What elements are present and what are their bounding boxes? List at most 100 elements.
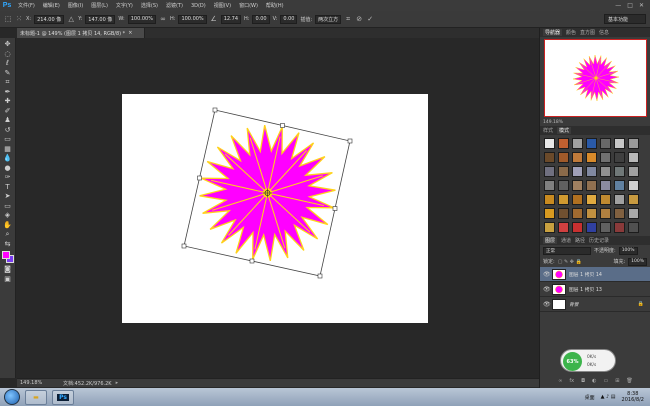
- tab-history[interactable]: 历史记录: [589, 237, 609, 244]
- width-field[interactable]: 100.00%: [127, 14, 156, 24]
- style-swatch[interactable]: [586, 194, 597, 205]
- layer-style-icon[interactable]: fx: [569, 378, 574, 386]
- eyedropper-tool-icon[interactable]: ✒: [2, 88, 14, 98]
- shape-tool-icon[interactable]: ▭: [2, 202, 14, 212]
- dodge-tool-icon[interactable]: ●: [2, 164, 14, 174]
- style-swatch[interactable]: [586, 208, 597, 219]
- x-field[interactable]: 214.00 像: [34, 14, 65, 24]
- style-swatch[interactable]: [628, 166, 639, 177]
- desktop-label[interactable]: 桌面: [585, 394, 595, 401]
- opacity-field[interactable]: 100%: [618, 246, 638, 255]
- maximize-button[interactable]: □: [627, 2, 633, 9]
- tab-adjustments[interactable]: 样式: [543, 127, 553, 134]
- interpolation-select[interactable]: 两次立方: [315, 14, 342, 24]
- layer-row[interactable]: 👁 图层 1 拷贝 13: [540, 282, 650, 297]
- photoshop-taskbar-button[interactable]: Ps: [52, 389, 74, 405]
- style-swatch[interactable]: [572, 222, 583, 233]
- adjustment-layer-icon[interactable]: ◐: [592, 378, 596, 386]
- blend-mode-select[interactable]: 正常: [543, 246, 591, 255]
- style-swatch[interactable]: [614, 194, 625, 205]
- style-swatch[interactable]: [600, 194, 611, 205]
- style-swatch[interactable]: [544, 166, 555, 177]
- transform-handle-top-left[interactable]: [212, 107, 218, 113]
- style-swatch[interactable]: [558, 166, 569, 177]
- transform-handle-left[interactable]: [197, 175, 202, 181]
- style-swatch[interactable]: [572, 152, 583, 163]
- menu-file[interactable]: 文件(F): [14, 2, 39, 9]
- style-swatch[interactable]: [614, 208, 625, 219]
- transform-handle-bottom-right[interactable]: [317, 273, 323, 279]
- transform-tool-icon[interactable]: ⬚: [4, 15, 12, 23]
- canvas-area[interactable]: [17, 38, 539, 378]
- height-field[interactable]: 100.00%: [178, 14, 207, 24]
- style-swatch[interactable]: [572, 166, 583, 177]
- link-icon[interactable]: ∞: [159, 15, 167, 23]
- marquee-tool-icon[interactable]: ◌: [2, 50, 14, 60]
- pen-tool-icon[interactable]: ✑: [2, 173, 14, 183]
- tab-close-icon[interactable]: ×: [128, 30, 132, 36]
- transform-handle-top[interactable]: [280, 123, 285, 128]
- style-swatch[interactable]: [544, 194, 555, 205]
- transform-handle-bottom-left[interactable]: [181, 243, 187, 249]
- hand-tool-icon[interactable]: ✋: [2, 221, 14, 231]
- gradient-tool-icon[interactable]: ▦: [2, 145, 14, 155]
- link-layers-icon[interactable]: ∞: [558, 378, 562, 386]
- style-swatch[interactable]: [628, 194, 639, 205]
- document-tab[interactable]: 未标题-1 @ 149% (图层 1 拷贝 14, RGB/8) * ×: [17, 28, 145, 38]
- menu-layer[interactable]: 图层(L): [87, 2, 112, 9]
- brush-tool-icon[interactable]: ✐: [2, 107, 14, 117]
- zoom-tool-icon[interactable]: ⌕: [2, 230, 14, 240]
- workspace-select[interactable]: 基本功能: [604, 14, 646, 24]
- cancel-transform-icon[interactable]: ⊘: [355, 15, 363, 23]
- start-button[interactable]: [4, 389, 20, 405]
- menu-edit[interactable]: 编辑(E): [39, 2, 64, 9]
- style-swatch[interactable]: [558, 180, 569, 191]
- style-swatch[interactable]: [614, 222, 625, 233]
- crop-tool-icon[interactable]: ⌗: [2, 78, 14, 88]
- new-group-icon[interactable]: ▭: [603, 378, 608, 386]
- style-swatch[interactable]: [628, 180, 639, 191]
- layer-row[interactable]: 👁 背景 🔒: [540, 297, 650, 312]
- delete-layer-icon[interactable]: 🗑: [626, 378, 632, 386]
- menu-select[interactable]: 选择(S): [137, 2, 162, 9]
- menu-help[interactable]: 帮助(H): [262, 2, 288, 9]
- style-swatch[interactable]: [586, 166, 597, 177]
- status-arrow-icon[interactable]: ▸: [116, 380, 119, 386]
- style-swatch[interactable]: [600, 180, 611, 191]
- menu-image[interactable]: 图像(I): [64, 2, 87, 9]
- menu-type[interactable]: 文字(Y): [112, 2, 137, 9]
- clock[interactable]: 8:38 2016/8/2: [622, 391, 644, 403]
- transform-handle-top-right[interactable]: [347, 138, 353, 144]
- vskew-field[interactable]: 0.00: [280, 14, 298, 24]
- layer-row[interactable]: 👁 图层 1 拷贝 14: [540, 267, 650, 282]
- style-swatch[interactable]: [600, 138, 611, 149]
- minimize-button[interactable]: —: [615, 2, 621, 9]
- tab-channels[interactable]: 通道: [561, 237, 571, 244]
- style-swatch[interactable]: [558, 194, 569, 205]
- style-swatch[interactable]: [544, 222, 555, 233]
- eraser-tool-icon[interactable]: ▭: [2, 135, 14, 145]
- fill-field[interactable]: 100%: [628, 257, 647, 266]
- lasso-tool-icon[interactable]: ℓ: [2, 59, 14, 69]
- style-swatch[interactable]: [586, 138, 597, 149]
- style-swatch[interactable]: [572, 180, 583, 191]
- quick-select-tool-icon[interactable]: ✎: [2, 69, 14, 79]
- foreground-color-swatch[interactable]: [1, 251, 10, 259]
- style-swatch[interactable]: [558, 222, 569, 233]
- network-speed-widget[interactable]: 63% 0K/s 0K/s: [560, 349, 616, 372]
- tab-color[interactable]: 颜色: [566, 29, 576, 36]
- navigator-preview[interactable]: [544, 39, 647, 117]
- reference-point-icon[interactable]: ⁙: [15, 15, 23, 23]
- menu-window[interactable]: 窗口(W): [235, 2, 262, 9]
- tab-info[interactable]: 信息: [599, 29, 609, 36]
- explorer-taskbar-icon[interactable]: ▬: [25, 389, 47, 405]
- style-swatch[interactable]: [586, 152, 597, 163]
- style-swatch[interactable]: [600, 152, 611, 163]
- style-swatch[interactable]: [628, 222, 639, 233]
- warp-icon[interactable]: ⌗: [344, 15, 352, 23]
- menu-view[interactable]: 视图(V): [210, 2, 235, 9]
- navigator-zoom[interactable]: 149.18%: [540, 119, 650, 125]
- style-swatch[interactable]: [572, 138, 583, 149]
- swap-colors-icon[interactable]: ⇆: [2, 240, 14, 250]
- style-swatch[interactable]: [600, 222, 611, 233]
